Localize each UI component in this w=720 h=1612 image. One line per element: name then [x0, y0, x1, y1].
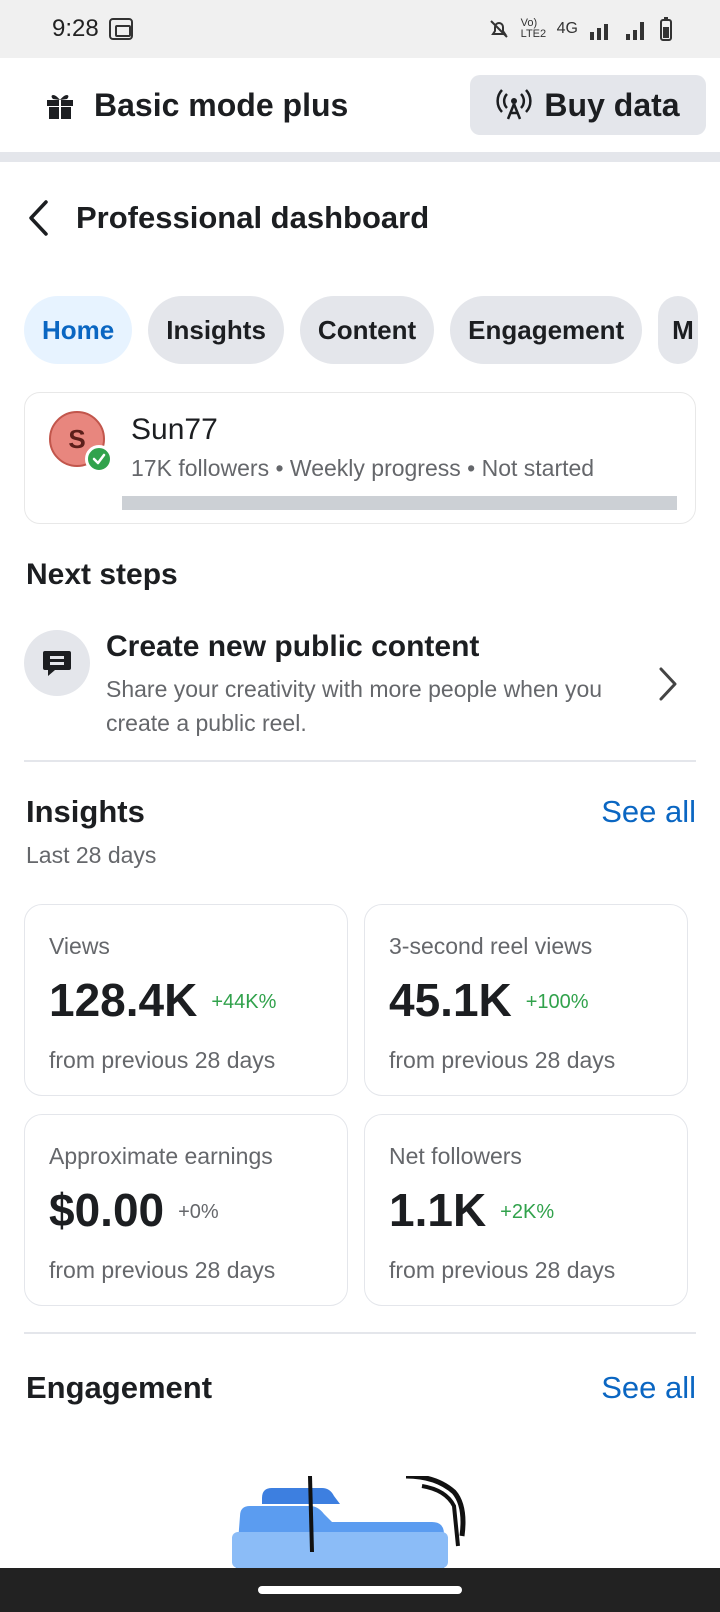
tab-bar: Home Insights Content Engagement M	[24, 296, 699, 364]
stat-change: +0%	[178, 1200, 219, 1223]
insights-see-all-link[interactable]: See all	[601, 794, 696, 830]
stat-change: +2K%	[500, 1200, 555, 1223]
gift-icon	[47, 94, 73, 119]
stat-value: 1.1K	[389, 1184, 487, 1236]
tab-engagement[interactable]: Engagement	[450, 296, 643, 364]
page-header: Professional dashboard	[0, 178, 720, 258]
volte-label: Vo) LTE2	[520, 17, 547, 40]
weekly-progress-bar	[122, 496, 677, 510]
next-step-item[interactable]: Create new public content Share your cre…	[24, 628, 696, 742]
status-time: 9:28	[52, 15, 99, 42]
gallery-notification-icon	[108, 18, 133, 40]
stat-footnote: from previous 28 days	[389, 1257, 616, 1283]
stat-label: Approximate earnings	[49, 1143, 273, 1169]
status-bar: 9:28 Vo) LTE2 4G	[0, 0, 720, 58]
signal-2-icon	[626, 22, 644, 40]
stat-value: $0.00	[49, 1184, 165, 1236]
status-icons: Vo) LTE2 4G	[487, 17, 672, 41]
profile-name: Sun77	[131, 413, 218, 446]
stat-card-views[interactable]: Views 128.4K +44K% from previous 28 days	[24, 904, 348, 1096]
stat-footnote: from previous 28 days	[49, 1047, 276, 1073]
next-step-description: Share your creativity with more people w…	[106, 676, 603, 736]
chevron-right-icon	[658, 666, 678, 707]
stat-footnote: from previous 28 days	[389, 1047, 616, 1073]
comment-icon	[24, 630, 90, 696]
insights-subtitle: Last 28 days	[26, 842, 157, 868]
basic-mode-button[interactable]: Basic mode plus	[44, 87, 348, 124]
engagement-title: Engagement	[26, 1370, 213, 1405]
folder-illustration	[232, 1476, 466, 1568]
top-bar: Basic mode plus Buy data	[0, 58, 720, 152]
mute-bell-icon	[489, 20, 508, 38]
signal-1-icon	[590, 24, 608, 40]
stat-label: 3-second reel views	[389, 933, 593, 959]
profile-card[interactable]: S Sun77 17K followers • Weekly progress …	[24, 392, 696, 524]
top-divider	[0, 152, 720, 162]
stat-footnote: from previous 28 days	[49, 1257, 276, 1283]
buy-data-label: Buy data	[544, 86, 680, 123]
profile-meta: 17K followers • Weekly progress • Not st…	[131, 455, 595, 481]
stat-value: 128.4K	[49, 974, 198, 1026]
stat-card-earnings[interactable]: Approximate earnings $0.00 +0% from prev…	[24, 1114, 348, 1306]
system-nav-bar	[0, 1568, 720, 1612]
home-gesture-pill[interactable]	[258, 1586, 462, 1594]
basic-mode-label: Basic mode plus	[94, 86, 349, 123]
next-step-title: Create new public content	[106, 630, 480, 663]
section-divider	[24, 1332, 696, 1334]
battery-icon	[660, 17, 672, 41]
broadcast-icon	[496, 89, 533, 120]
stat-change: +100%	[525, 990, 589, 1013]
stat-change: +44K%	[211, 990, 277, 1013]
engagement-see-all-link[interactable]: See all	[601, 1370, 696, 1406]
stat-label: Net followers	[389, 1143, 522, 1169]
stat-value: 45.1K	[389, 974, 512, 1026]
tab-more[interactable]: M	[658, 296, 699, 364]
verified-check-icon	[85, 445, 113, 473]
tab-content[interactable]: Content	[299, 296, 435, 364]
back-chevron-icon[interactable]	[26, 198, 54, 238]
section-divider	[24, 760, 696, 762]
stat-card-net-followers[interactable]: Net followers 1.1K +2K% from previous 28…	[364, 1114, 688, 1306]
insights-title: Insights	[26, 794, 145, 829]
page-title: Professional dashboard	[76, 200, 430, 235]
stat-label: Views	[49, 933, 110, 959]
buy-data-button[interactable]: Buy data	[470, 75, 706, 135]
next-steps-title: Next steps	[26, 558, 178, 591]
tab-home[interactable]: Home	[24, 296, 133, 364]
stat-card-reel-views[interactable]: 3-second reel views 45.1K +100% from pre…	[364, 904, 688, 1096]
tab-insights[interactable]: Insights	[148, 296, 284, 364]
network-label: 4G	[556, 20, 578, 37]
